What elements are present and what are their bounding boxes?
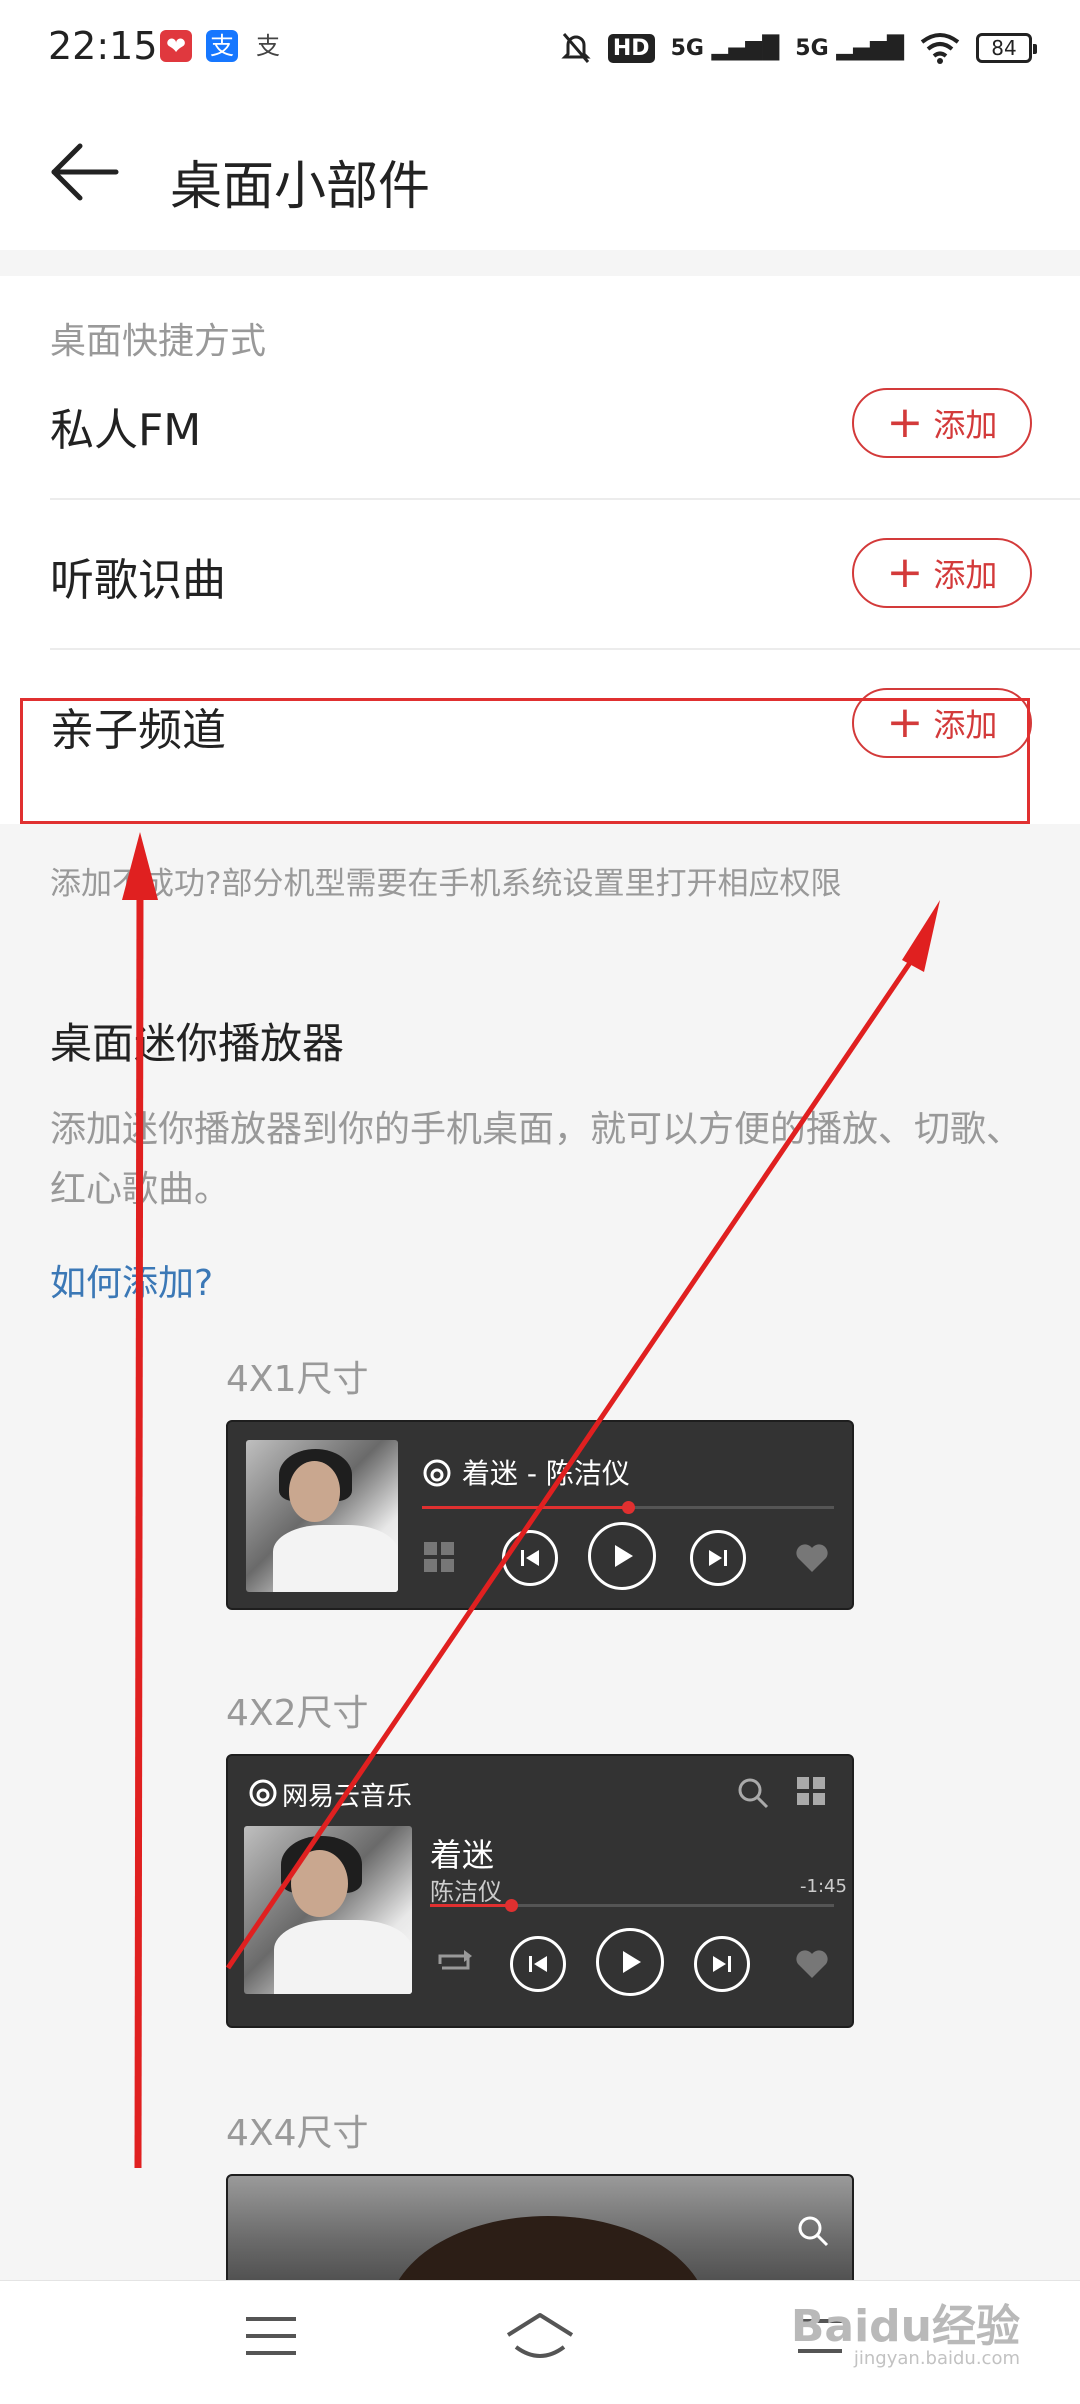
progress-fill xyxy=(422,1506,628,1509)
status-indicators: HD 5G ▂▄▆█ 5G ▂▄▆█ 84 xyxy=(560,26,1037,70)
annotation-highlight-box xyxy=(20,698,1030,824)
progress-knob xyxy=(504,1899,518,1912)
shortcut-label: 听歌识曲 xyxy=(50,555,226,606)
permission-tip: 添加不成功?部分机型需要在手机系统设置里打开相应权限 xyxy=(50,866,842,902)
grid-icon xyxy=(424,1542,454,1572)
watermark-logo: Baidu经验 xyxy=(790,2301,1020,2352)
signal-5g-2: 5G ▂▄▆█ xyxy=(795,35,904,61)
shortcut-row-recognize: 听歌识曲 + 添加 xyxy=(50,500,1080,650)
add-button-recognize[interactable]: + 添加 xyxy=(852,538,1032,608)
app-header: 桌面小部件 xyxy=(0,96,1080,250)
album-cover xyxy=(246,1440,398,1592)
song-title: 着迷 xyxy=(430,1836,495,1874)
status-bar: 22:15 ❤ 支 支 HD 5G ▂▄▆█ 5G ▂▄▆█ 84 xyxy=(0,0,1080,96)
page-title: 桌面小部件 xyxy=(170,157,431,217)
play-icon xyxy=(615,1545,633,1567)
play-button xyxy=(588,1522,656,1590)
search-icon xyxy=(738,1778,769,1809)
size-label-4x2: 4X2尺寸 xyxy=(226,1693,369,1734)
play-icon xyxy=(623,1951,641,1973)
progress-fill xyxy=(430,1904,511,1907)
album-cover xyxy=(244,1826,412,1994)
alipay-icon: 支 xyxy=(206,30,238,62)
signal-5g-1: 5G ▂▄▆█ xyxy=(670,35,780,61)
repeat-icon xyxy=(438,1950,472,1970)
status-time: 22:15 xyxy=(48,24,158,68)
netease-logo-icon xyxy=(423,1459,451,1487)
plus-icon: + xyxy=(886,397,924,448)
size-label-4x4: 4X4尺寸 xyxy=(226,2113,369,2154)
battery-icon: 84 xyxy=(976,33,1037,63)
search-icon xyxy=(798,2216,829,2247)
remaining-time: -1:45 xyxy=(800,1876,847,1897)
prev-button xyxy=(502,1530,558,1586)
mute-bell-icon xyxy=(561,33,591,63)
widget-preview-4x1: 着迷 - 陈洁仪 xyxy=(226,1420,854,1610)
song-title-line: 着迷 - 陈洁仪 xyxy=(462,1457,630,1490)
plus-icon: + xyxy=(886,547,924,598)
skip-next-icon xyxy=(709,1550,727,1566)
grid-icon xyxy=(797,1777,825,1805)
play-button xyxy=(596,1928,664,1996)
next-button xyxy=(694,1936,750,1992)
hd-badge: HD xyxy=(607,33,655,63)
progress-knob xyxy=(622,1501,635,1514)
shortcut-row-fm: 私人FM + 添加 xyxy=(50,350,1080,500)
netease-logo-icon xyxy=(249,1779,277,1807)
heart-icon xyxy=(796,1544,828,1572)
menu-icon[interactable] xyxy=(244,2311,298,2361)
progress-track xyxy=(422,1501,834,1514)
size-label-4x1: 4X1尺寸 xyxy=(226,1359,369,1400)
watermark-url: jingyan.baidu.com xyxy=(853,2348,1020,2369)
skip-next-icon xyxy=(713,1956,731,1972)
home-icon[interactable] xyxy=(504,2311,576,2367)
heart-icon xyxy=(796,1950,828,1978)
shortcut-label: 私人FM xyxy=(50,405,202,456)
mini-player-title: 桌面迷你播放器 xyxy=(50,1019,345,1068)
how-to-add-link[interactable]: 如何添加? xyxy=(50,1254,213,1306)
back-arrow-icon[interactable] xyxy=(50,140,120,204)
alipay-outline-icon: 支 xyxy=(256,32,280,60)
pinduoduo-icon: ❤ xyxy=(160,30,192,62)
prev-button xyxy=(510,1936,566,1992)
brand-name: 网易云音乐 xyxy=(282,1782,413,1812)
artist-name: 陈洁仪 xyxy=(430,1878,502,1906)
mini-player-description: 添加迷你播放器到你的手机桌面，就可以方便的播放、切歌、红心歌曲。 xyxy=(50,1109,1023,1210)
next-button xyxy=(690,1530,746,1586)
widget-preview-4x2: 网易云音乐 着迷 陈洁仪 -1:45 xyxy=(226,1754,854,2028)
add-button-label: 添加 xyxy=(933,556,998,594)
add-button-label: 添加 xyxy=(933,406,998,444)
progress-track xyxy=(430,1899,834,1912)
skip-previous-icon xyxy=(521,1550,539,1566)
add-button-fm[interactable]: + 添加 xyxy=(852,388,1032,458)
skip-previous-icon xyxy=(529,1956,547,1972)
wifi-icon xyxy=(920,33,960,64)
